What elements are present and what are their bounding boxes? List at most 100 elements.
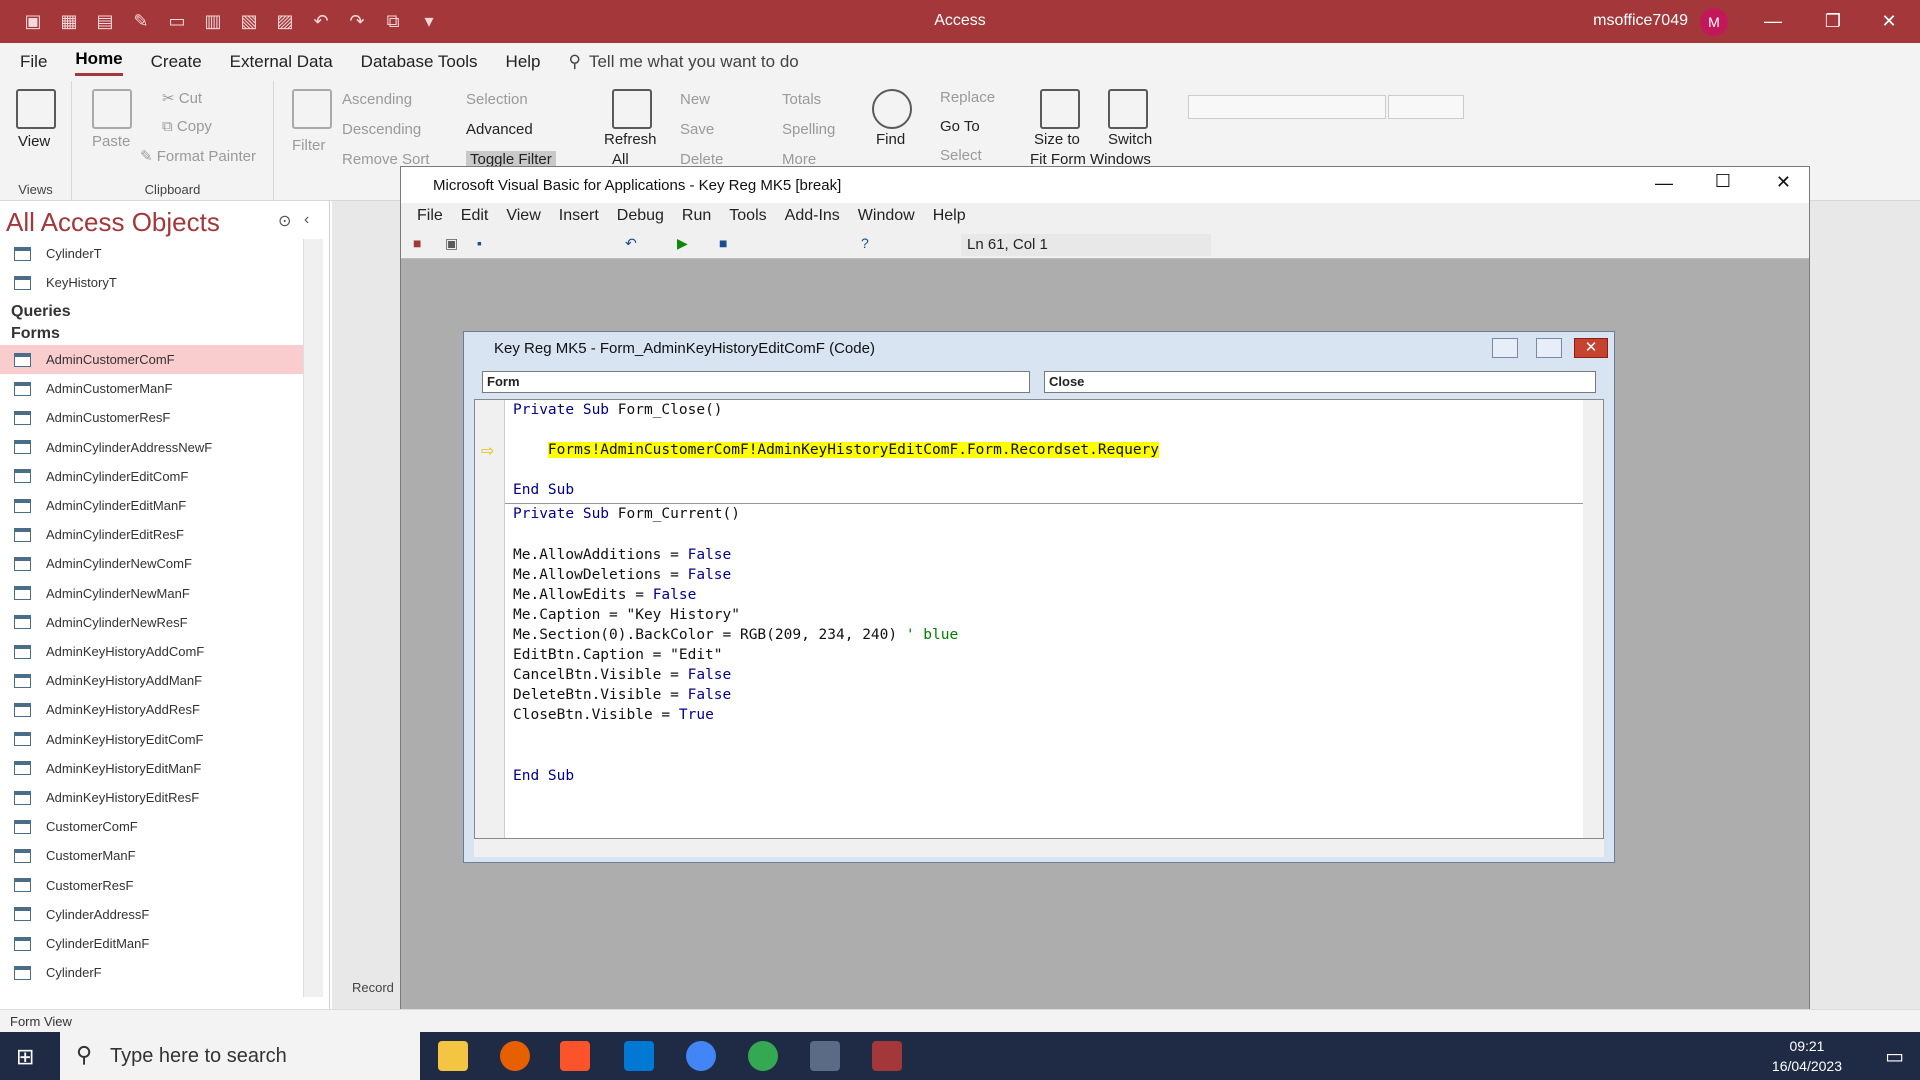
nav-form-item[interactable]: AdminKeyHistoryEditComF xyxy=(0,725,303,754)
tab-help[interactable]: Help xyxy=(506,52,541,72)
nav-form-item[interactable]: CylinderF xyxy=(0,958,303,987)
nav-form-item[interactable]: AdminCylinderAddressNewF xyxy=(0,433,303,462)
nav-form-item[interactable]: CylinderEditManF xyxy=(0,929,303,958)
file-explorer-icon[interactable] xyxy=(438,1041,468,1071)
size-to-fit-button[interactable]: Size to xyxy=(1034,131,1080,148)
nav-form-item[interactable]: AdminKeyHistoryEditManF xyxy=(0,754,303,783)
nav-form-item[interactable]: AdminCylinderEditManF xyxy=(0,491,303,520)
tab-database-tools[interactable]: Database Tools xyxy=(361,52,478,72)
font-size-select[interactable] xyxy=(1388,95,1464,119)
nav-form-item[interactable]: AdminKeyHistoryAddManF xyxy=(0,666,303,695)
app-icon[interactable] xyxy=(624,1041,654,1071)
tell-me-box[interactable]: ⚲ Tell me what you want to do xyxy=(569,52,799,72)
object-combo[interactable]: Form xyxy=(482,371,1030,393)
nav-menu-icon[interactable]: ⊙ xyxy=(278,211,291,231)
nav-title[interactable]: All Access Objects xyxy=(6,207,220,238)
restore-icon[interactable]: ❐ xyxy=(1810,6,1856,36)
new-record-button[interactable]: New xyxy=(680,91,710,108)
nav-section-forms[interactable]: Forms xyxy=(11,325,60,343)
vba-menu-run[interactable]: Run xyxy=(682,207,711,225)
vba-menu-file[interactable]: File xyxy=(417,207,443,225)
nav-form-item[interactable]: CylinderAddressF xyxy=(0,900,303,929)
save-icon[interactable]: ▪ xyxy=(477,235,482,251)
reset-icon[interactable]: ■ xyxy=(719,235,727,251)
tab-file[interactable]: File xyxy=(20,52,47,72)
nav-form-item[interactable]: AdminCylinderEditComF xyxy=(0,462,303,491)
run-icon[interactable]: ▶ xyxy=(677,235,688,252)
access-icon[interactable]: ■ xyxy=(413,235,421,251)
vba-menu-view[interactable]: View xyxy=(506,207,540,225)
nav-form-item[interactable]: AdminCylinderNewResF xyxy=(0,608,303,637)
tab-home[interactable]: Home xyxy=(75,49,123,76)
vba-menu-window[interactable]: Window xyxy=(858,207,915,225)
code-vertical-scrollbar[interactable] xyxy=(1583,400,1603,838)
minimize-icon[interactable]: — xyxy=(1750,6,1796,36)
nav-form-item[interactable]: AdminCustomerComF xyxy=(0,345,303,374)
close-icon[interactable]: ✕ xyxy=(1866,6,1912,36)
nav-form-item[interactable]: AdminKeyHistoryAddResF xyxy=(0,695,303,724)
code-editor[interactable]: ⇨ Private Sub Form_Close() Forms!AdminCu… xyxy=(474,399,1604,839)
avatar[interactable]: M xyxy=(1700,8,1728,36)
user-name[interactable]: msoffice7049 xyxy=(1593,12,1688,30)
view-button[interactable]: View xyxy=(18,133,50,150)
size-to-fit-icon[interactable] xyxy=(1040,89,1080,129)
nav-form-item[interactable]: AdminCylinderNewManF xyxy=(0,579,303,608)
maps-icon[interactable] xyxy=(686,1041,716,1071)
code-horizontal-scrollbar[interactable] xyxy=(474,839,1604,857)
spelling-button[interactable]: Spelling xyxy=(782,121,835,138)
descending-button[interactable]: Descending xyxy=(342,121,421,138)
firefox-icon[interactable] xyxy=(500,1041,530,1071)
cut-button[interactable]: ✂ Cut xyxy=(162,89,202,107)
selection-button[interactable]: Selection xyxy=(466,91,528,108)
vba-menu-addins[interactable]: Add-Ins xyxy=(785,207,840,225)
replace-button[interactable]: Replace xyxy=(940,89,995,106)
filter-icon[interactable] xyxy=(292,89,332,129)
nav-section-queries[interactable]: Queries xyxy=(11,303,71,321)
select-button[interactable]: Select xyxy=(940,147,982,164)
switch-windows-icon[interactable] xyxy=(1108,89,1148,129)
nav-form-item[interactable]: CustomerManF xyxy=(0,841,303,870)
minimize-icon[interactable] xyxy=(1492,338,1518,358)
close-icon[interactable]: ✕ xyxy=(1574,338,1608,358)
refresh-icon[interactable] xyxy=(612,89,652,129)
goto-button[interactable]: Go To xyxy=(940,118,980,135)
nav-form-item[interactable]: AdminCylinderEditResF xyxy=(0,520,303,549)
nav-form-item[interactable]: CustomerResF xyxy=(0,871,303,900)
copy-button[interactable]: ⧉ Copy xyxy=(162,118,212,135)
close-icon[interactable]: ✕ xyxy=(1776,172,1791,193)
vba-menu-edit[interactable]: Edit xyxy=(461,207,489,225)
view-icon[interactable] xyxy=(16,89,56,129)
nav-form-item[interactable]: AdminCylinderNewComF xyxy=(0,549,303,578)
system-clock[interactable]: 09:21 16/04/2023 xyxy=(1772,1036,1842,1076)
maximize-icon[interactable]: ☐ xyxy=(1715,171,1731,192)
totals-button[interactable]: Totals xyxy=(782,91,821,108)
nav-form-item[interactable]: CustomerComF xyxy=(0,812,303,841)
nav-form-item[interactable]: AdminKeyHistoryAddComF xyxy=(0,637,303,666)
windows-start-icon[interactable]: ⊞ xyxy=(16,1044,34,1070)
format-painter-button[interactable]: ✎ Format Painter xyxy=(140,147,256,165)
refresh-all-button[interactable]: Refresh xyxy=(604,131,657,148)
save-record-button[interactable]: Save xyxy=(680,121,714,138)
access-icon[interactable] xyxy=(872,1041,902,1071)
vba-menu-tools[interactable]: Tools xyxy=(729,207,766,225)
tab-create[interactable]: Create xyxy=(151,52,202,72)
paste-icon[interactable] xyxy=(92,89,132,129)
vba-menu-insert[interactable]: Insert xyxy=(559,207,599,225)
font-name-select[interactable] xyxy=(1188,95,1386,119)
switch-windows-button[interactable]: Switch xyxy=(1108,131,1152,148)
nav-form-item[interactable]: AdminCustomerResF xyxy=(0,403,303,432)
brave-icon[interactable] xyxy=(560,1041,590,1071)
calculator-icon[interactable] xyxy=(810,1041,840,1071)
vba-menu-help[interactable]: Help xyxy=(933,207,966,225)
vba-menu-debug[interactable]: Debug xyxy=(617,207,664,225)
tab-external-data[interactable]: External Data xyxy=(230,52,333,72)
nav-table-item[interactable]: KeyHistoryT xyxy=(0,268,303,297)
ascending-button[interactable]: Ascending xyxy=(342,91,412,108)
filter-button[interactable]: Filter xyxy=(292,137,325,154)
maximize-icon[interactable] xyxy=(1536,338,1562,358)
procedure-combo[interactable]: Close xyxy=(1044,371,1596,393)
find-icon[interactable] xyxy=(872,89,912,129)
minimize-icon[interactable]: — xyxy=(1655,173,1673,194)
undo-icon[interactable]: ↶ xyxy=(625,235,637,252)
insert-icon[interactable]: ▣ xyxy=(445,235,458,252)
